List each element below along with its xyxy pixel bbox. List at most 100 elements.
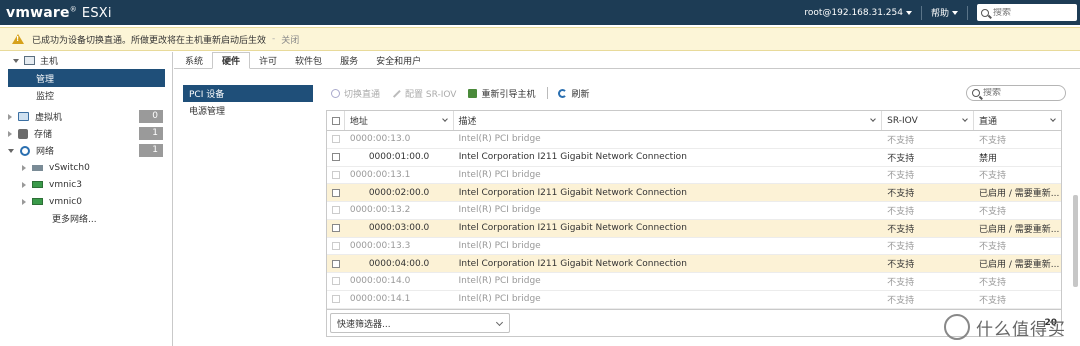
cell-address: 0000:00:13.3	[349, 240, 411, 251]
cell-address: 0000:00:13.2	[349, 205, 411, 216]
row-checkbox[interactable]	[327, 149, 345, 166]
notification-message: 已成功为设备切换直通。所做更改将在主机重新启动后生效	[32, 35, 267, 46]
table-search-input[interactable]	[983, 88, 1058, 98]
expand-icon	[8, 130, 12, 137]
table-row[interactable]: 0000:00:13.2 Intel(R) PCI bridge 不支持 不支持	[327, 202, 1061, 220]
select-all-checkbox[interactable]	[327, 111, 345, 130]
cell-sriov: 不支持	[887, 224, 915, 235]
user-menu[interactable]: root@192.168.31.254	[804, 8, 912, 18]
subnav-pci-devices[interactable]: PCI 设备	[183, 85, 313, 102]
table-row[interactable]: 0000:02:00.0 Intel Corporation I211 Gigab…	[327, 184, 1061, 202]
tab-services[interactable]: 服务	[331, 52, 367, 68]
button-label: 配置 SR-IOV	[405, 89, 457, 100]
refresh-icon	[558, 88, 568, 98]
sidebar-item-storage[interactable]: 存储 1	[0, 125, 172, 142]
column-header-sriov[interactable]: SR-IOV	[882, 111, 975, 130]
row-checkbox[interactable]	[327, 273, 345, 290]
sidebar-item-network[interactable]: 网络 1	[0, 142, 172, 159]
refresh-button[interactable]: 刷新	[558, 87, 590, 100]
sidebar-item-vmnic3[interactable]: vmnic3	[0, 176, 172, 193]
table-body: 0000:00:13.0 Intel(R) PCI bridge 不支持 不支持 000…	[327, 131, 1061, 309]
tab-licensing[interactable]: 许可	[250, 52, 286, 68]
column-header-passthrough[interactable]: 直通	[974, 111, 1061, 130]
sidebar-item-monitor[interactable]: 监控	[0, 87, 172, 104]
count-badge: 0	[139, 110, 163, 123]
cell-sriov: 不支持	[887, 189, 915, 200]
table-row[interactable]: 0000:00:13.3 Intel(R) PCI bridge 不支持 不支持	[327, 238, 1061, 256]
logo-reg: ®	[69, 4, 77, 13]
hardware-subnav: PCI 设备 电源管理	[183, 85, 313, 119]
row-checkbox[interactable]	[327, 167, 345, 184]
help-menu[interactable]: 帮助	[931, 6, 958, 19]
sidebar-item-label: vmnic0	[49, 196, 82, 207]
tab-hardware[interactable]: 硬件	[212, 52, 251, 69]
tab-packages[interactable]: 软件包	[286, 52, 331, 68]
cell-description: Intel(R) PCI bridge	[458, 294, 541, 305]
vswitch-icon	[32, 164, 43, 171]
button-label: 切换直通	[344, 89, 381, 100]
table-row[interactable]: 0000:00:14.1 Intel(R) PCI bridge 不支持 不支持	[327, 291, 1061, 309]
toolbar: 切换直通 配置 SR-IOV 重新引导主机 刷新	[326, 83, 1066, 103]
expand-icon	[22, 198, 26, 205]
column-label: 描述	[458, 117, 477, 127]
table-row[interactable]: 0000:00:13.1 Intel(R) PCI bridge 不支持 不支持	[327, 167, 1061, 185]
sidebar-item-vswitch0[interactable]: vSwitch0	[0, 159, 172, 176]
vertical-scrollbar[interactable]	[1073, 195, 1078, 287]
divider: -	[272, 34, 276, 44]
pci-device-table: 地址 描述 SR-IOV 直通 0000:00:13.0 Intel(R) PCI…	[326, 110, 1062, 337]
cell-address: 0000:00:14.1	[349, 294, 411, 305]
notification-close-link[interactable]: 关闭	[281, 33, 299, 46]
tab-security-users[interactable]: 安全和用户	[367, 52, 430, 68]
cell-address: 0000:03:00.0	[368, 223, 430, 234]
cell-description: Intel(R) PCI bridge	[458, 205, 541, 216]
reboot-host-button[interactable]: 重新引导主机	[468, 87, 535, 100]
tab-system[interactable]: 系统	[176, 52, 212, 68]
sidebar-item-manage[interactable]: 管理	[8, 69, 165, 87]
sidebar-item-host[interactable]: 主机	[0, 52, 172, 69]
cell-passthrough: 不支持	[979, 295, 1007, 306]
toggle-passthrough-button[interactable]: 切换直通	[331, 87, 380, 100]
table-row[interactable]: 0000:01:00.0 Intel Corporation I211 Gigab…	[327, 149, 1061, 167]
row-checkbox[interactable]	[327, 202, 345, 219]
row-checkbox[interactable]	[327, 131, 345, 148]
table-row[interactable]: 0000:00:14.0 Intel(R) PCI bridge 不支持 不支持	[327, 273, 1061, 291]
watermark-text: 什么值得买	[976, 319, 1066, 340]
global-search[interactable]	[977, 4, 1077, 21]
row-checkbox[interactable]	[327, 255, 345, 272]
table-row[interactable]: 0000:04:00.0 Intel Corporation I211 Gigab…	[327, 255, 1061, 273]
column-header-address[interactable]: 地址	[345, 111, 454, 130]
vmware-esxi-logo: vmware® ESXi	[6, 5, 112, 21]
sidebar-item-vmnic0[interactable]: vmnic0	[0, 193, 172, 210]
expand-icon	[8, 113, 12, 120]
sidebar-item-vms[interactable]: 虚拟机 0	[0, 108, 172, 125]
table-row[interactable]: 0000:00:13.0 Intel(R) PCI bridge 不支持 不支持	[327, 131, 1061, 149]
column-label: 直通	[979, 117, 998, 127]
cell-sriov: 不支持	[887, 260, 915, 271]
cell-address: 0000:00:14.0	[349, 276, 411, 287]
table-row[interactable]: 0000:03:00.0 Intel Corporation I211 Gigab…	[327, 219, 1061, 238]
divider	[920, 5, 922, 20]
subnav-power-management[interactable]: 电源管理	[183, 102, 313, 119]
column-header-description[interactable]: 描述	[454, 111, 883, 130]
divider	[547, 87, 549, 99]
row-checkbox[interactable]	[327, 238, 345, 255]
sidebar-item-label: 主机	[40, 57, 59, 67]
quick-filter-dropdown[interactable]: 快速筛选器...	[330, 313, 510, 333]
expand-icon	[22, 181, 26, 188]
passthrough-icon	[331, 88, 340, 98]
cell-address: 0000:00:13.1	[349, 169, 411, 180]
sidebar-item-more-networks[interactable]: 更多网络...	[0, 210, 172, 227]
cell-sriov: 不支持	[887, 135, 915, 146]
sidebar-item-label: 更多网络...	[52, 215, 97, 225]
pci-devices-panel: 切换直通 配置 SR-IOV 重新引导主机 刷新 地	[326, 83, 1066, 346]
global-search-input[interactable]	[993, 7, 1071, 18]
checkbox-icon	[332, 277, 340, 286]
checkbox-icon	[332, 224, 340, 233]
table-search[interactable]	[966, 85, 1066, 101]
row-checkbox[interactable]	[327, 184, 345, 201]
configure-sriov-button[interactable]: 配置 SR-IOV	[392, 87, 456, 100]
row-checkbox[interactable]	[327, 220, 345, 237]
cell-description: Intel(R) PCI bridge	[458, 169, 541, 180]
row-checkbox[interactable]	[327, 291, 345, 308]
cell-address: 0000:00:13.0	[349, 134, 411, 145]
